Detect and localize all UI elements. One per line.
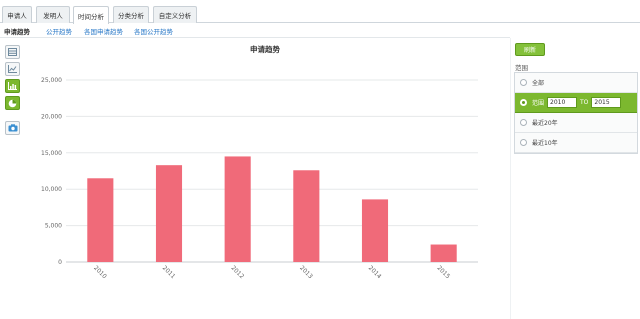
radio-button[interactable] — [520, 119, 527, 126]
bar — [430, 244, 457, 262]
x-tick-label: 2015 — [435, 264, 451, 280]
y-tick-label: 15,000 — [41, 150, 62, 157]
range-option-10-years[interactable]: 最近10年 — [515, 133, 637, 153]
x-tick-label: 2013 — [298, 264, 314, 280]
x-tick-label: 2014 — [367, 264, 383, 280]
y-tick-label: 10,000 — [41, 186, 62, 193]
radio-button[interactable] — [520, 139, 527, 146]
y-tick-label: 25,000 — [41, 77, 62, 84]
x-tick-label: 2011 — [161, 264, 177, 280]
range-option-custom[interactable]: 范围 TO — [515, 93, 637, 113]
option-label: 范围 — [532, 100, 545, 107]
x-tick-label: 2012 — [229, 264, 245, 280]
bar — [155, 165, 183, 262]
bar — [293, 170, 320, 262]
range-option-all[interactable]: 全部 — [515, 73, 637, 93]
option-label: 全部 — [532, 80, 545, 87]
to-year-input[interactable] — [591, 97, 622, 108]
bar — [224, 156, 251, 262]
y-tick-label: 20,000 — [41, 113, 62, 120]
from-year-input[interactable] — [547, 97, 578, 108]
radio-button[interactable] — [520, 99, 527, 106]
x-tick-label: 2010 — [92, 264, 108, 280]
radio-button[interactable] — [520, 79, 527, 86]
y-tick-label: 5,000 — [45, 223, 62, 230]
bar — [87, 178, 114, 262]
range-option-20-years[interactable]: 最近20年 — [515, 113, 637, 133]
range-label: 范围 — [515, 64, 528, 72]
y-tick-label: 0 — [58, 259, 62, 266]
option-label: 最近10年 — [532, 140, 558, 147]
range-options: 全部 范围 TO 最近20年 最近10年 — [514, 72, 638, 154]
bar — [361, 199, 389, 262]
bar-chart: 0 5,000 10,000 15,000 20,000 25,000 2010 2011 20… — [41, 77, 478, 280]
refresh-button[interactable]: 刷新 — [515, 43, 545, 56]
option-label: 最近20年 — [532, 120, 558, 127]
to-label: TO — [580, 99, 589, 106]
panel-divider — [510, 38, 511, 319]
